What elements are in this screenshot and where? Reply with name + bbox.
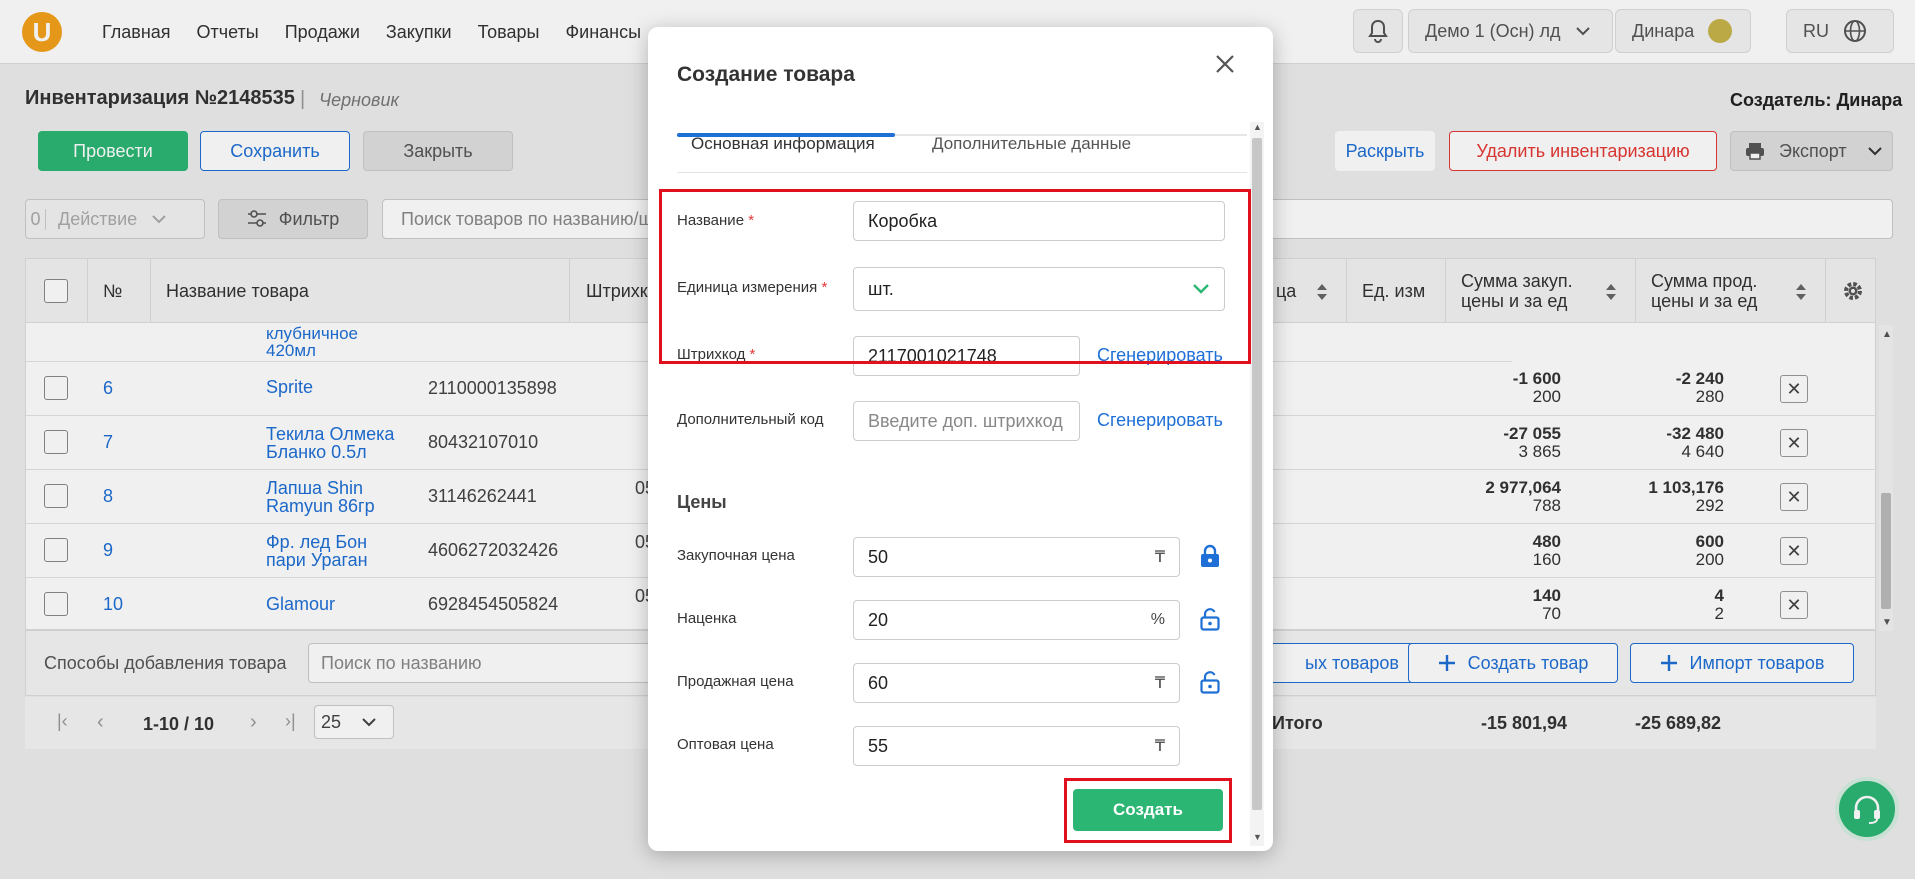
create-button[interactable]: Создать [1073,789,1223,831]
create-product-modal: Создание товара Основная информация Допо… [648,27,1273,851]
lock-open-icon[interactable] [1199,607,1221,631]
modal-scrollbar-thumb[interactable] [1252,138,1262,810]
highlight-required-fields [659,189,1251,364]
tab-extra-data[interactable]: Дополнительные данные [932,134,1131,154]
generate-extra-code-link[interactable]: Сгенерировать [1097,410,1223,431]
sell-price-input[interactable]: 60 ₸ [853,663,1180,703]
wholesale-price-input[interactable]: 55 ₸ [853,726,1180,766]
modal-scrollbar[interactable]: ▲ ▼ [1250,122,1264,846]
tenge-icon: ₸ [1154,675,1165,692]
prices-heading: Цены [677,492,727,512]
buy-price-label: Закупочная цена [677,547,795,564]
tenge-icon: ₸ [1154,738,1165,755]
tenge-icon: ₸ [1154,549,1165,566]
lock-closed-icon[interactable] [1199,544,1221,568]
modal-title: Создание товара [677,63,855,86]
sell-price-label: Продажная цена [677,673,794,690]
extra-code-input[interactable]: Введите доп. штрихкод [853,401,1080,441]
markup-label: Наценка [677,610,737,627]
buy-price-input[interactable]: 50 ₸ [853,537,1180,577]
close-icon[interactable] [1214,53,1236,75]
extra-code-label: Дополнительный код [677,411,824,428]
wholesale-price-label: Оптовая цена [677,736,774,753]
markup-input[interactable]: 20 % [853,600,1180,640]
tab-main-info[interactable]: Основная информация [691,134,875,154]
percent-icon: % [1150,611,1165,628]
lock-open-icon[interactable] [1199,670,1221,694]
